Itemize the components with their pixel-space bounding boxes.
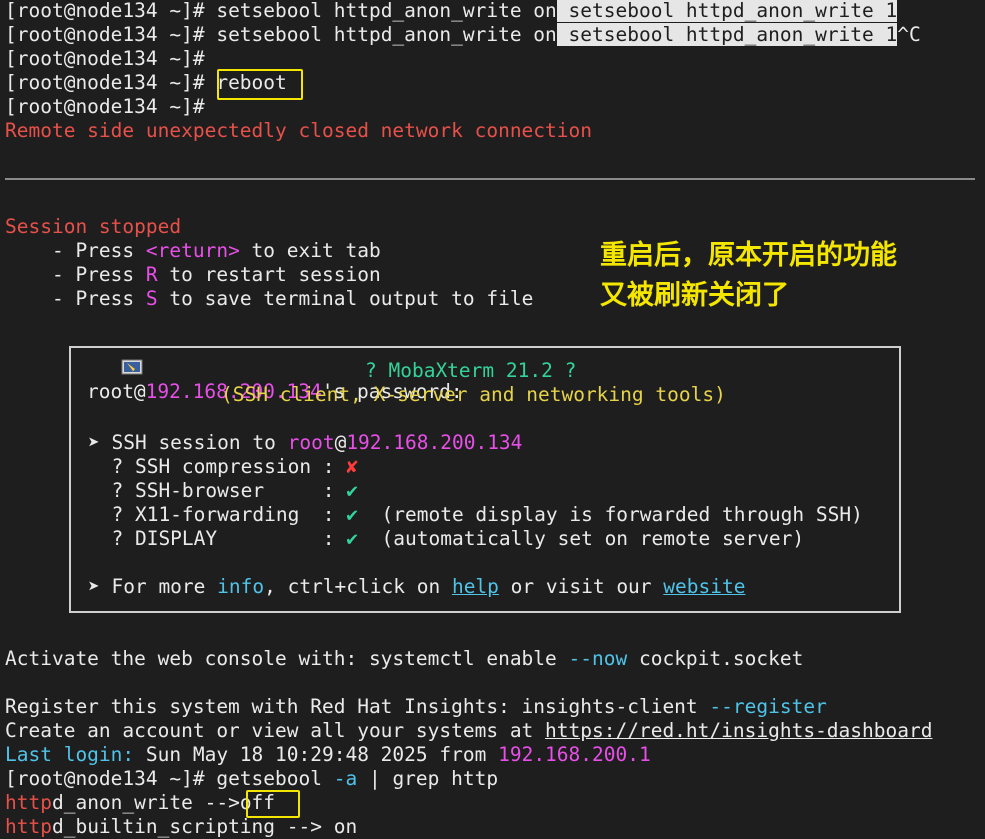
terminal-line: [root@node134 ~]# setsebool httpd_anon_w… [5,23,921,46]
annotation-note: 重启后，原本开启的功能 又被刷新关闭了 [600,240,897,311]
connection-closed-message: Remote side unexpectedly closed network … [5,119,592,142]
hint-line: - Press <return> to exit tab [5,239,381,262]
divider [5,178,975,180]
banner-ssh-compression: ? SSH compression : ✘ [88,455,359,478]
banner-ssh-browser: ? SSH-browser : ✔ [88,479,359,502]
hint-line: - Press R to restart session [5,263,381,286]
selected-text: setsebool httpd_anon_write 1 [556,0,898,22]
banner-ssh-session: ➤ SSH session to root@192.168.200.134 [88,431,523,454]
terminal-line: Activate the web console with: systemctl… [5,647,804,670]
terminal-line: Create an account or view all your syste… [5,719,933,742]
banner-x11: ? X11-forwarding : ✔ (remote display is … [88,503,863,526]
terminal-line: [root@node134 ~]# [5,47,205,70]
result-line: httpd_anon_write -->off [5,791,276,814]
session-stopped-label: Session stopped [5,215,182,238]
terminal-line: [root@node134 ~]# getsebool -a | grep ht… [5,767,499,790]
info-link[interactable]: info [217,575,264,598]
cross-icon: ✘ [346,455,359,478]
terminal-line: Register this system with Red Hat Insigh… [5,695,827,718]
banner-more-info: ➤ For more info, ctrl+click on help or v… [88,575,746,598]
check-icon: ✔ [346,479,359,502]
check-icon: ✔ [346,527,359,550]
check-icon: ✔ [346,503,359,526]
website-link[interactable]: website [663,575,745,598]
result-line: httpd_builtin_scripting --> on [5,815,358,838]
reboot-highlight-box [217,69,303,100]
banner-title: ? MobaXterm 21.2 ? [365,359,577,382]
terminal-line: [root@node134 ~]# setsebool httpd_anon_w… [5,0,898,22]
banner-display: ? DISPLAY : ✔ (automatically set on remo… [88,527,805,550]
banner-subtitle: (SSH client, X-server and networking too… [221,383,726,406]
last-login-line: Last login: Sun May 18 10:29:48 2025 fro… [5,743,651,766]
help-link[interactable]: help [452,575,499,598]
terminal[interactable]: [root@node134 ~]# setsebool httpd_anon_w… [0,0,985,838]
off-highlight-box [246,790,300,818]
hint-line: - Press S to save terminal output to fil… [5,287,534,310]
terminal-line: [root@node134 ~]# [5,95,205,118]
password-prompt[interactable]: root@192.168.200.134's password: [4,311,463,403]
selected-text: setsebool httpd_anon_write 1 [556,23,898,46]
insights-dashboard-link[interactable]: https://red.ht/insights-dashboard [545,719,932,742]
